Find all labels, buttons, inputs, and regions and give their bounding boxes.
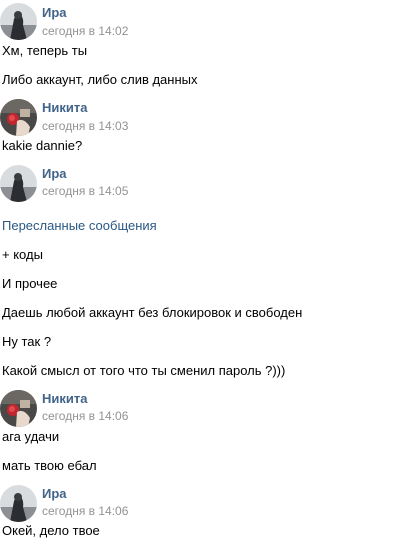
avatar-ira[interactable] [0, 165, 37, 202]
message-text: Окей, дело твое [2, 523, 100, 538]
nikita-avatar-icon [0, 99, 37, 136]
message-timestamp[interactable]: сегодня в 14:05 [42, 184, 128, 198]
ira-avatar-icon [0, 3, 37, 40]
message-text: И прочее [2, 276, 58, 291]
avatar-ira[interactable] [0, 3, 37, 40]
message-timestamp[interactable]: сегодня в 14:03 [42, 119, 128, 133]
message-timestamp[interactable]: сегодня в 14:06 [42, 409, 128, 423]
message-text: kakie dannie? [2, 138, 83, 153]
message-text: ага удачи [2, 429, 60, 444]
message-text: Даешь любой аккаунт без блокировок и сво… [2, 305, 303, 320]
message-text: Ну так ? [2, 334, 52, 349]
chat-history: Ира сегодня в 14:02 Хм, теперь ты Либо а… [0, 0, 406, 542]
message-timestamp[interactable]: сегодня в 14:06 [42, 504, 128, 518]
author-name[interactable]: Ира [42, 5, 67, 20]
message-text: Хм, теперь ты [2, 43, 88, 58]
message-text: Либо аккаунт, либо слив данных [2, 72, 198, 87]
author-name[interactable]: Ира [42, 166, 67, 181]
avatar-ira[interactable] [0, 485, 37, 522]
message-timestamp[interactable]: сегодня в 14:02 [42, 24, 128, 38]
message-text: + коды [2, 247, 43, 262]
message-text: мать твою ебал [2, 458, 97, 473]
author-name[interactable]: Никита [42, 100, 87, 115]
author-name[interactable]: Никита [42, 391, 87, 406]
avatar-nikita[interactable] [0, 99, 37, 136]
ira-avatar-icon [0, 485, 37, 522]
author-name[interactable]: Ира [42, 486, 67, 501]
avatar-nikita[interactable] [0, 390, 37, 427]
message-text: Какой смысл от того что ты сменил пароль… [2, 363, 286, 378]
nikita-avatar-icon [0, 390, 37, 427]
ira-avatar-icon [0, 165, 37, 202]
forwarded-messages-link[interactable]: Пересланные сообщения [2, 218, 157, 234]
